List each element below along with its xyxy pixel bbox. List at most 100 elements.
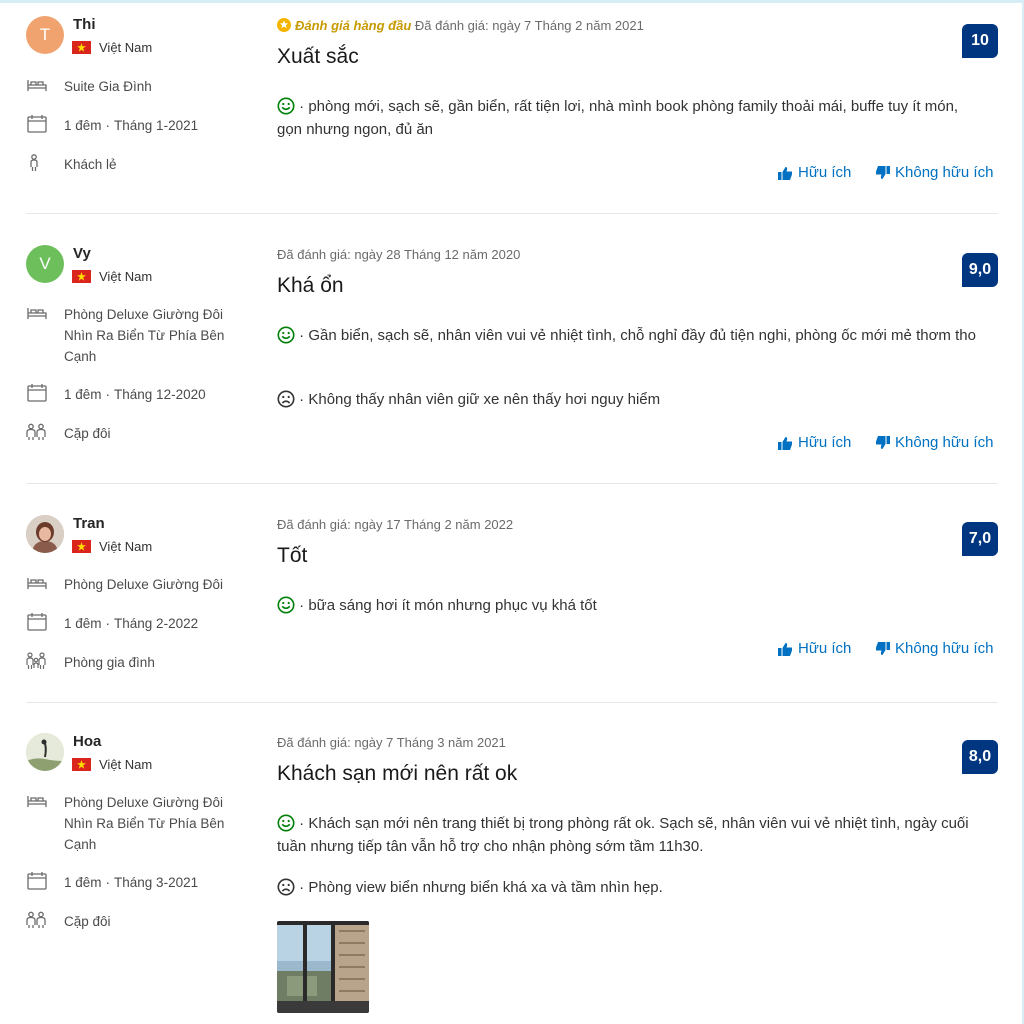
avatar-letter: T <box>39 25 51 44</box>
solo-traveler-icon <box>26 154 48 172</box>
review-title: Xuất sắc <box>277 45 359 68</box>
review-divider <box>26 483 998 484</box>
country-label: Việt Nam <box>99 539 153 554</box>
review-score: 9,0 <box>962 253 998 287</box>
country-label: Việt Nam <box>99 269 153 284</box>
happy-face-icon <box>277 596 295 614</box>
top-review-badge: Đánh giá hàng đầu <box>295 18 412 33</box>
star-badge-icon <box>277 18 291 32</box>
thumbs-up-icon <box>778 166 793 180</box>
review-title: Khách sạn mới nên rất ok <box>277 762 518 785</box>
stay-month: Tháng 12-2020 <box>114 387 206 402</box>
positive-comment: · bữa sáng hơi ít món nhưng phục vụ khá … <box>277 594 982 617</box>
thumbs-down-icon <box>875 436 890 450</box>
sad-face-icon <box>277 390 295 408</box>
vietnam-flag-icon <box>72 270 91 283</box>
review-date: Đã đánh giá: ngày 17 Tháng 2 năm 2022 <box>277 517 514 532</box>
review-date: Đã đánh giá: ngày 7 Tháng 3 năm 2021 <box>277 735 506 750</box>
bed-icon <box>26 574 48 592</box>
traveler-type: Cặp đôi <box>26 911 246 932</box>
review-score: 10 <box>962 24 998 58</box>
room-type: Phòng Deluxe Giường Đôi <box>26 574 246 595</box>
avatar: V <box>26 245 64 283</box>
couple-icon <box>26 423 48 441</box>
review-divider <box>26 702 998 703</box>
traveler-type: Khách lẻ <box>26 154 246 175</box>
reviewer-name: Tran <box>73 515 105 532</box>
traveler-type: Phòng gia đình <box>26 652 246 673</box>
happy-face-icon <box>277 814 295 832</box>
helpful-button[interactable]: Hữu ích <box>778 164 851 181</box>
review-date-line: Đánh giá hàng đầu Đã đánh giá: ngày 7 Th… <box>277 18 644 33</box>
thumbs-up-icon <box>778 642 793 656</box>
calendar-icon <box>26 384 48 402</box>
stay-duration: 1 đêm · Tháng 3-2021 <box>26 872 246 893</box>
negative-comment: · Phòng view biển nhưng biển khá xa và t… <box>277 876 982 899</box>
vietnam-flag-icon <box>72 540 91 553</box>
traveler-type: Cặp đôi <box>26 423 246 444</box>
reviewer-country: Việt Nam <box>72 757 152 772</box>
vietnam-flag-icon <box>72 41 91 54</box>
sad-face-icon <box>277 878 295 896</box>
avatar <box>26 733 64 771</box>
review-title: Tốt <box>277 544 308 567</box>
avatar-letter: V <box>39 254 51 273</box>
reviewer-country: Việt Nam <box>72 40 152 55</box>
not-helpful-button[interactable]: Không hữu ích <box>875 434 993 451</box>
nights: 1 đêm <box>64 616 102 631</box>
review-date: Đã đánh giá: ngày 28 Tháng 12 năm 2020 <box>277 247 521 262</box>
user-photo-icon <box>26 733 64 771</box>
bed-icon <box>26 304 48 322</box>
room-type: Suite Gia Đình <box>26 76 246 97</box>
top-border <box>0 0 1024 3</box>
stay-duration: 1 đêm · Tháng 12-2020 <box>26 384 246 405</box>
not-helpful-button[interactable]: Không hữu ích <box>875 640 993 657</box>
review-score: 7,0 <box>962 522 998 556</box>
helpful-button[interactable]: Hữu ích <box>778 434 851 451</box>
thumbs-up-icon <box>778 436 793 450</box>
room-type: Phòng Deluxe Giường Đôi Nhìn Ra Biển Từ … <box>26 792 246 855</box>
reviewer-name: Vy <box>73 245 91 262</box>
country-label: Việt Nam <box>99 757 153 772</box>
calendar-icon <box>26 115 48 133</box>
review-divider <box>26 213 998 214</box>
avatar: T <box>26 16 64 54</box>
thumbs-down-icon <box>875 166 890 180</box>
family-icon <box>26 652 48 670</box>
happy-face-icon <box>277 326 295 344</box>
reviewer-country: Việt Nam <box>72 269 152 284</box>
reviewer-name: Hoa <box>73 733 102 750</box>
country-label: Việt Nam <box>99 40 153 55</box>
not-helpful-button[interactable]: Không hữu ích <box>875 164 993 181</box>
review-photo-thumbnail[interactable] <box>277 921 369 1013</box>
nights: 1 đêm <box>64 118 102 133</box>
vietnam-flag-icon <box>72 758 91 771</box>
room-view-photo <box>277 921 369 1013</box>
negative-comment: · Không thấy nhân viên giữ xe nên thấy h… <box>277 388 982 411</box>
positive-comment: · phòng mới, sạch sẽ, gần biển, rất tiện… <box>277 97 959 138</box>
review-title: Khá ổn <box>277 274 344 297</box>
user-photo-icon <box>26 515 64 553</box>
avatar <box>26 515 64 553</box>
stay-duration: 1 đêm · Tháng 1-2021 <box>26 115 246 136</box>
review-date: Đã đánh giá: ngày 7 Tháng 2 năm 2021 <box>414 18 644 33</box>
stay-duration: 1 đêm · Tháng 2-2022 <box>26 613 246 634</box>
review-score: 8,0 <box>962 740 998 774</box>
couple-icon <box>26 911 48 929</box>
positive-comment: · Gần biển, sạch sẽ, nhân viên vui vẻ nh… <box>277 324 982 347</box>
calendar-icon <box>26 613 48 631</box>
nights: 1 đêm <box>64 875 102 890</box>
bed-icon <box>26 792 48 810</box>
stay-month: Tháng 1-2021 <box>114 118 199 133</box>
helpful-button[interactable]: Hữu ích <box>778 640 851 657</box>
room-type: Phòng Deluxe Giường Đôi Nhìn Ra Biển Từ … <box>26 304 246 367</box>
happy-face-icon <box>277 97 295 115</box>
positive-comment: · Khách sạn mới nên trang thiết bị trong… <box>277 814 969 855</box>
bed-icon <box>26 76 48 94</box>
reviewer-country: Việt Nam <box>72 539 152 554</box>
stay-month: Tháng 2-2022 <box>114 616 199 631</box>
reviewer-name: Thi <box>73 16 96 33</box>
calendar-icon <box>26 872 48 890</box>
stay-month: Tháng 3-2021 <box>114 875 199 890</box>
nights: 1 đêm <box>64 387 102 402</box>
